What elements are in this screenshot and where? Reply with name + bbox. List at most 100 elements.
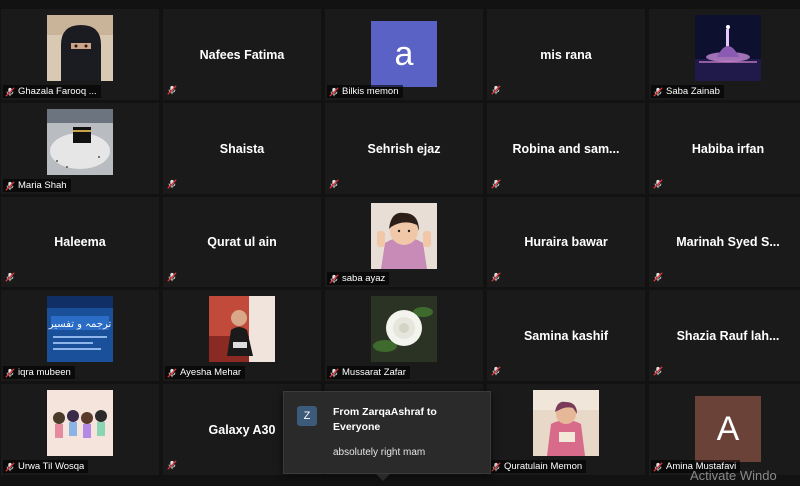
mic-muted-icon [329,86,339,97]
participant-name: Huraira bawar [524,235,608,249]
mic-muted-icon [653,86,663,97]
participant-name: Quratulain Memon [504,461,583,472]
mic-muted-icon [653,366,664,377]
mic-muted-icon [491,461,501,472]
profile-picture [371,203,437,269]
mic-muted-icon [491,272,501,282]
mic-muted-icon [491,366,501,376]
mic-muted-icon [329,273,339,284]
participant-name: Shazia Rauf lah... [676,328,780,343]
mic-muted-icon [491,179,502,190]
mic-muted-icon [5,180,15,191]
name-label: iqra mubeen [3,366,75,379]
participant-name: Robina and sam... [512,141,620,156]
mic-muted-icon [5,86,15,97]
participant-tile[interactable]: Maria Shah [1,103,159,194]
name-label: Quratulain Memon [489,460,587,473]
participant-tile[interactable]: Marinah Syed S... [649,197,800,287]
participant-name: Ayesha Mehar [180,367,242,378]
name-label: saba ayaz [327,272,390,285]
participant-name: Sehrish ejaz [367,141,441,156]
chat-pointer [376,474,390,481]
chat-notification[interactable]: Z From ZarqaAshraf to Everyone absolutel… [283,391,491,474]
mic-muted-icon [5,367,15,378]
participant-name: mis rana [540,47,592,62]
chat-message: absolutely right mam [333,447,426,458]
participant-tile[interactable]: Quratulain Memon [487,384,645,475]
participant-tile[interactable]: Haleema [1,197,159,287]
name-label: Ayesha Mehar [165,366,246,379]
participant-tile[interactable]: Robina and sam... [487,103,645,194]
mic-muted-icon [491,85,501,95]
mic-muted-icon [491,179,501,189]
mic-muted-icon [5,272,16,283]
participant-tile[interactable]: mis rana [487,9,645,100]
mic-muted-icon [167,85,178,96]
participant-name: Shaista [219,141,265,156]
participant-tile[interactable]: Shaista [163,103,321,194]
svg-text:ترجمہ و تفسیر: ترجمہ و تفسیر [48,319,112,330]
letter-avatar: a [371,21,437,87]
mic-muted-icon [329,179,340,190]
profile-picture [47,390,113,456]
participant-name: Haleema [54,235,106,249]
chat-sender: From ZarqaAshraf to Everyone [333,406,437,433]
letter-avatar: A [695,396,761,462]
participant-name: Saba Zainab [666,86,720,97]
windows-activation-watermark: Activate Windo [690,468,777,483]
participant-tile[interactable]: Nafees Fatima [163,9,321,100]
name-label: Bilkis memon [327,85,403,98]
mic-muted-icon [167,179,177,189]
name-label: Urwa Til Wosqa [3,460,89,473]
profile-picture: ترجمہ و تفسیر [47,296,113,362]
participant-tile[interactable]: Huraira bawar [487,197,645,287]
profile-picture [47,15,113,81]
participant-name: Nafees Fatima [199,47,285,62]
participant-tile[interactable]: Habiba irfan [649,103,800,194]
name-label: Saba Zainab [651,85,724,98]
participant-tile[interactable]: Urwa Til Wosqa [1,384,159,475]
participant-name: Samina kashif [523,328,609,343]
mic-muted-icon [5,272,15,282]
participant-name: Bilkis memon [342,86,399,97]
chat-sender-avatar: Z [297,406,317,426]
mic-muted-icon [653,272,663,282]
mic-muted-icon [167,460,178,471]
profile-picture [371,296,437,362]
participant-name: Urwa Til Wosqa [18,461,85,472]
participant-tile[interactable]: Shazia Rauf lah... [649,290,800,381]
participant-tile[interactable]: saba ayaz [325,197,483,287]
participant-tile[interactable]: a Bilkis memon [325,9,483,100]
mic-muted-icon [5,461,15,472]
name-label: Ghazala Farooq ... [3,85,101,98]
participant-tile[interactable]: Saba Zainab [649,9,800,100]
participant-tile[interactable]: Mussarat Zafar [325,290,483,381]
mic-muted-icon [329,367,339,378]
participant-name: Qurat ul ain [207,235,277,249]
participant-tile[interactable]: ترجمہ و تفسیر iqra mubeen [1,290,159,381]
participant-tile[interactable]: Samina kashif [487,290,645,381]
participant-name: Ghazala Farooq ... [18,86,97,97]
participant-tile[interactable]: Sehrish ejaz [325,103,483,194]
mic-muted-icon [167,367,177,378]
mic-muted-icon [491,85,502,96]
participant-tile[interactable]: Qurat ul ain [163,197,321,287]
profile-picture [533,390,599,456]
mic-muted-icon [167,272,177,282]
participant-tile[interactable]: A Amina Mustafavi [649,384,800,475]
mic-muted-icon [491,366,502,377]
mic-muted-icon [653,366,663,376]
participant-tile[interactable]: Ghazala Farooq ... [1,9,159,100]
participant-name: Habiba irfan [691,141,765,156]
mic-muted-icon [653,179,663,189]
mic-muted-icon [653,461,663,472]
participant-name: Mussarat Zafar [342,367,406,378]
participant-tile[interactable]: Ayesha Mehar [163,290,321,381]
profile-picture [695,15,761,81]
participant-name: Maria Shah [18,180,67,191]
participant-name: Marinah Syed S... [676,235,780,249]
name-label: Mussarat Zafar [327,366,410,379]
mic-muted-icon [653,272,664,283]
participant-name: saba ayaz [342,273,386,284]
mic-muted-icon [167,460,177,470]
